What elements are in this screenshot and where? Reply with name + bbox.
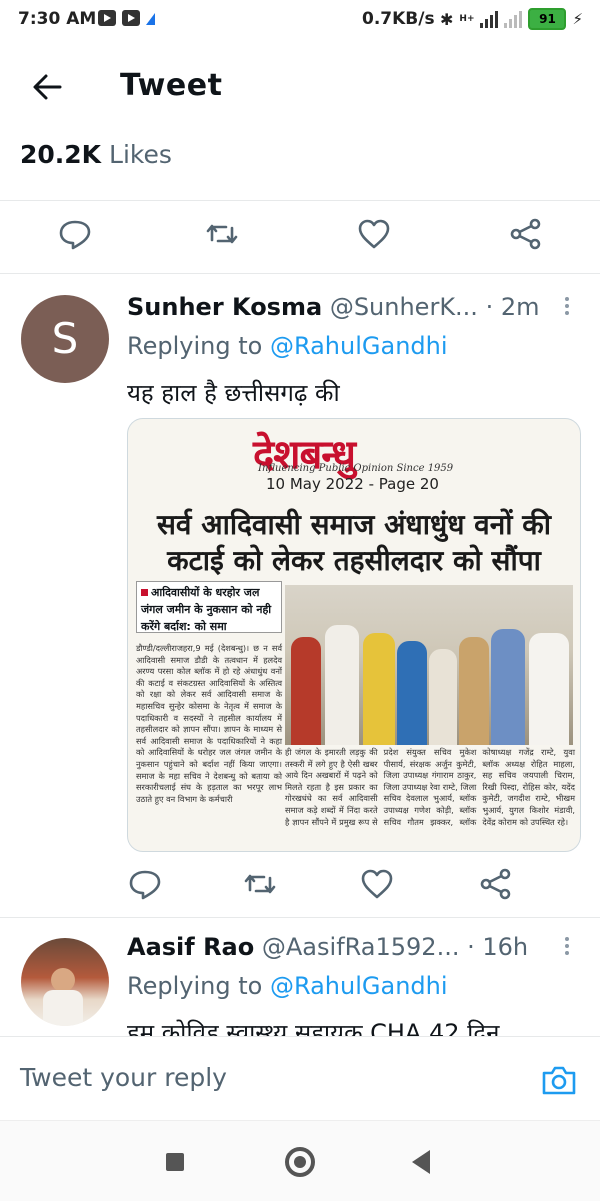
tweet-header: Tweet	[0, 56, 600, 120]
display-name: Aasif Rao	[127, 933, 255, 961]
replying-to: Replying to @RahulGandhi	[127, 332, 448, 360]
retweet-icon[interactable]	[242, 866, 278, 902]
signal-icon	[480, 10, 499, 28]
back-triangle-icon[interactable]	[412, 1150, 430, 1174]
arrow-left-icon[interactable]	[30, 70, 64, 104]
youtube-icon	[98, 10, 116, 26]
replying-label: Replying to	[127, 332, 263, 360]
tweet-author[interactable]: Aasif Rao @AasifRa1592... · 16h	[127, 933, 528, 961]
page-title: Tweet	[120, 68, 223, 103]
like-icon[interactable]	[356, 216, 392, 252]
tweet-time: 16h	[482, 933, 529, 961]
retweet-icon[interactable]	[204, 216, 240, 252]
mention-link[interactable]: @RahulGandhi	[270, 332, 448, 360]
avatar[interactable]: S	[21, 295, 109, 383]
replying-to: Replying to @RahulGandhi	[127, 972, 448, 1000]
news-photo	[285, 585, 573, 745]
signal-icon	[504, 10, 523, 28]
divider	[0, 917, 600, 918]
tweet-text: यह हाल है छत्तीसगढ़ की	[127, 379, 340, 407]
like-icon[interactable]	[359, 866, 395, 902]
reply-input[interactable]: Tweet your reply	[20, 1063, 227, 1092]
main-action-bar	[0, 216, 600, 256]
status-bar: 7:30 AM 0.7KB/s ✱ H+ 91 ⚡	[0, 0, 600, 40]
network-type: H+	[459, 14, 475, 24]
share-icon[interactable]	[478, 866, 514, 902]
newspaper-date: 10 May 2022 - Page 20	[266, 475, 439, 493]
status-time: 7:30 AM	[18, 9, 97, 29]
bluetooth-icon: ✱	[440, 9, 454, 29]
replying-label: Replying to	[127, 972, 263, 1000]
user-handle: @SunherK...	[329, 293, 478, 321]
system-nav-bar	[0, 1120, 600, 1201]
newspaper-subhead: आदिवासीयों के धरहोर जल जंगल जमीन के नुकस…	[136, 581, 282, 633]
newspaper-column: ही जंगल के इमारती लड़कु की तस्करी में लग…	[285, 747, 575, 827]
likes-label: Likes	[109, 140, 172, 169]
avatar[interactable]	[21, 938, 109, 1026]
display-name: Sunher Kosma	[127, 293, 323, 321]
mention-link[interactable]: @RahulGandhi	[270, 972, 448, 1000]
divider	[0, 273, 600, 274]
separator: ·	[485, 293, 494, 321]
likes-count: 20.2K	[20, 140, 102, 169]
tweet-author[interactable]: Sunher Kosma @SunherK... · 2m	[127, 293, 540, 321]
newspaper-tagline: Influencing Public Opinion Since 1959	[258, 463, 454, 474]
reply-icon[interactable]	[57, 216, 93, 252]
user-handle: @AasifRa1592...	[261, 933, 460, 961]
newspaper-column: डौण्डी/दल्लीराजहरा,9 मई (देशबन्धु)। छ न …	[136, 643, 282, 804]
share-icon[interactable]	[508, 216, 544, 252]
youtube-icon	[122, 10, 140, 26]
tweet-image[interactable]: देशबन्धु Influencing Public Opinion Sinc…	[127, 418, 581, 852]
likes-stat[interactable]: 20.2K Likes	[20, 140, 172, 169]
recents-square-icon[interactable]	[166, 1153, 184, 1171]
reply-composer[interactable]: Tweet your reply	[0, 1036, 600, 1121]
send-icon	[146, 13, 155, 25]
more-options-icon[interactable]	[562, 934, 572, 964]
tweet-time: 2m	[500, 293, 540, 321]
home-circle-icon[interactable]	[285, 1147, 315, 1177]
reply-icon[interactable]	[127, 866, 163, 902]
camera-icon[interactable]	[540, 1063, 578, 1097]
battery-icon: 91	[528, 8, 567, 30]
reply-action-bar	[0, 866, 600, 906]
charging-icon: ⚡	[572, 10, 584, 28]
separator: ·	[467, 933, 475, 961]
divider	[0, 200, 600, 201]
network-speed: 0.7KB/s	[362, 9, 435, 29]
more-options-icon[interactable]	[562, 294, 572, 324]
